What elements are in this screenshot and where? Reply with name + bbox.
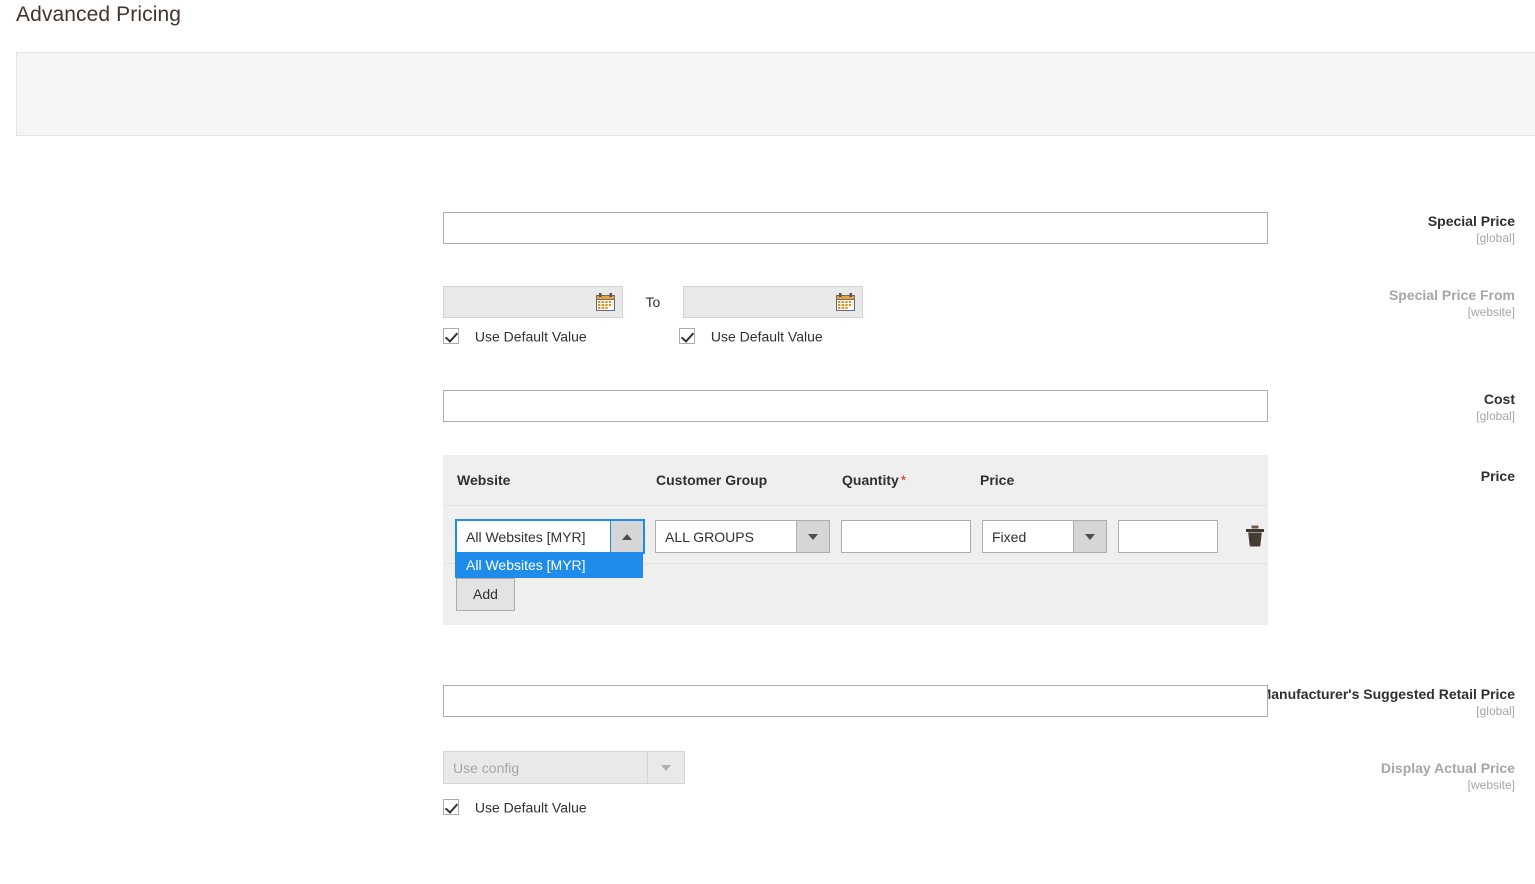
page-title: Advanced Pricing — [16, 3, 182, 26]
special-price-from-date-wrap — [443, 286, 623, 318]
calendar-icon[interactable] — [596, 293, 615, 311]
display-actual-price-label: Display Actual Price [website] — [1120, 759, 1535, 793]
use-default-to-label: Use Default Value — [710, 328, 823, 345]
chevron-down-icon — [808, 533, 818, 540]
table-row: All Websites [MYR] All Websites [MYR] AL… — [443, 506, 1268, 578]
price-type-select-toggle[interactable] — [1073, 521, 1106, 552]
chevron-down-icon — [661, 764, 671, 771]
price-type-select[interactable]: Fixed — [982, 520, 1107, 553]
use-default-from-checkbox[interactable] — [443, 328, 459, 345]
price-input[interactable] — [1118, 520, 1218, 553]
special-price-input[interactable] — [443, 212, 1268, 244]
tier-price-table: Website Customer Group Quantity * Price A… — [443, 455, 1268, 625]
website-select-dropdown[interactable]: All Websites [MYR] — [455, 554, 643, 578]
use-default-display-actual-price-checkbox[interactable] — [443, 799, 459, 816]
msrp-control — [443, 685, 1268, 717]
display-actual-price-select-value: Use config — [453, 759, 520, 776]
column-header-website: Website — [457, 472, 511, 488]
customer-group-select-toggle[interactable] — [796, 521, 829, 552]
website-option[interactable]: All Websites [MYR] — [457, 554, 641, 576]
special-price-from-label-text: Special Price From — [1388, 287, 1515, 303]
column-header-quantity: Quantity * — [842, 472, 980, 488]
top-empty-panel — [16, 52, 1535, 136]
display-actual-price-label-text: Display Actual Price — [1380, 760, 1515, 776]
website-select[interactable]: All Websites [MYR] — [455, 519, 645, 554]
column-header-price: Price — [980, 472, 1015, 488]
special-price-label-text: Special Price — [1427, 213, 1515, 229]
special-price-from-control: To — [443, 286, 863, 318]
date-range-to-label: To — [645, 294, 661, 310]
customer-group-select[interactable]: ALL GROUPS — [655, 520, 830, 553]
tier-price-table-header: Website Customer Group Quantity * Price — [443, 455, 1268, 506]
quantity-input[interactable] — [841, 520, 971, 553]
cost-control — [443, 390, 1268, 422]
msrp-input[interactable] — [443, 685, 1268, 717]
use-default-display-actual-price-row: Use Default Value — [443, 798, 587, 816]
msrp-label-text: Manufacturer's Suggested Retail Price — [1259, 686, 1515, 702]
display-actual-price-select[interactable]: Use config — [443, 751, 685, 784]
chevron-up-icon — [622, 533, 632, 540]
chevron-down-icon — [1085, 533, 1095, 540]
advanced-pricing-page: Advanced Pricing Special Price [global] … — [0, 0, 1535, 884]
cost-label-text: Cost — [1483, 391, 1515, 407]
use-default-to-row: Use Default Value — [679, 327, 823, 345]
use-default-from-row: Use Default Value — [443, 327, 587, 345]
price-type-select-value: Fixed — [992, 528, 1027, 545]
display-actual-price-select-toggle[interactable] — [647, 752, 684, 783]
special-price-from-scope: [website] — [1467, 305, 1515, 319]
required-marker: * — [900, 472, 907, 488]
trash-icon[interactable] — [1244, 524, 1266, 548]
column-header-customer-group: Customer Group — [656, 472, 768, 488]
special-price-control — [443, 212, 1268, 244]
use-default-from-label: Use Default Value — [474, 328, 587, 345]
column-header-quantity-text: Quantity — [842, 472, 899, 488]
price-label-text: Price — [1480, 468, 1515, 484]
calendar-icon[interactable] — [835, 293, 855, 311]
website-select-value: All Websites [MYR] — [466, 528, 586, 545]
customer-group-select-value: ALL GROUPS — [665, 528, 754, 545]
use-default-display-actual-price-label: Use Default Value — [474, 799, 587, 816]
add-button[interactable]: Add — [456, 578, 515, 611]
website-select-toggle[interactable] — [610, 521, 643, 552]
display-actual-price-scope: [website] — [1467, 778, 1515, 792]
use-default-to-checkbox[interactable] — [679, 328, 695, 345]
cost-input[interactable] — [443, 390, 1268, 422]
special-price-to-date-wrap — [682, 286, 863, 318]
special-price-from-label: Special Price From [website] — [1120, 286, 1535, 320]
